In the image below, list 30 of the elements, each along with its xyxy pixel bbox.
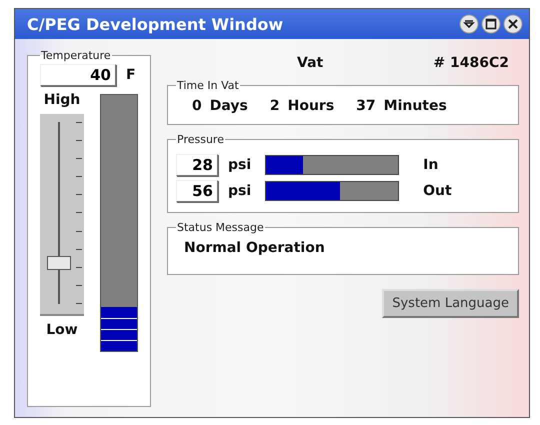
maximize-icon[interactable] xyxy=(481,14,501,34)
slider-thumb[interactable] xyxy=(47,256,71,270)
high-label: High xyxy=(44,92,80,108)
minutes-value: 37 xyxy=(356,98,376,114)
window-title: C/PEG Development Window xyxy=(27,14,284,34)
low-label: Low xyxy=(46,322,78,338)
days-label: Days xyxy=(210,98,248,114)
direction-label: Out xyxy=(423,183,452,199)
close-icon[interactable] xyxy=(503,14,523,34)
unit-label: psi xyxy=(228,183,252,199)
pressure-field[interactable]: 28 xyxy=(176,154,218,176)
pressure-field[interactable]: 56 xyxy=(176,180,218,202)
unit-label: psi xyxy=(228,157,252,173)
group-label: Time In Vat xyxy=(176,79,240,92)
group-label: Temperature xyxy=(40,49,112,62)
hours-label: Hours xyxy=(288,98,334,114)
minutes-label: Minutes xyxy=(384,98,447,114)
system-language-button[interactable]: System Language xyxy=(382,289,519,318)
group-label: Status Message xyxy=(176,221,265,234)
minimize-icon[interactable] xyxy=(459,14,479,34)
vat-label: Vat xyxy=(297,55,324,71)
direction-label: In xyxy=(423,157,438,173)
group-label: Pressure xyxy=(176,133,225,146)
hours-value: 2 xyxy=(270,98,280,114)
unit-label: F xyxy=(126,67,136,83)
temperature-slider[interactable] xyxy=(40,114,84,316)
temperature-field[interactable]: 40 xyxy=(40,64,116,86)
days-value: 0 xyxy=(192,98,202,114)
status-message: Normal Operation xyxy=(183,239,326,258)
vat-number: # 1486C2 xyxy=(433,55,509,71)
